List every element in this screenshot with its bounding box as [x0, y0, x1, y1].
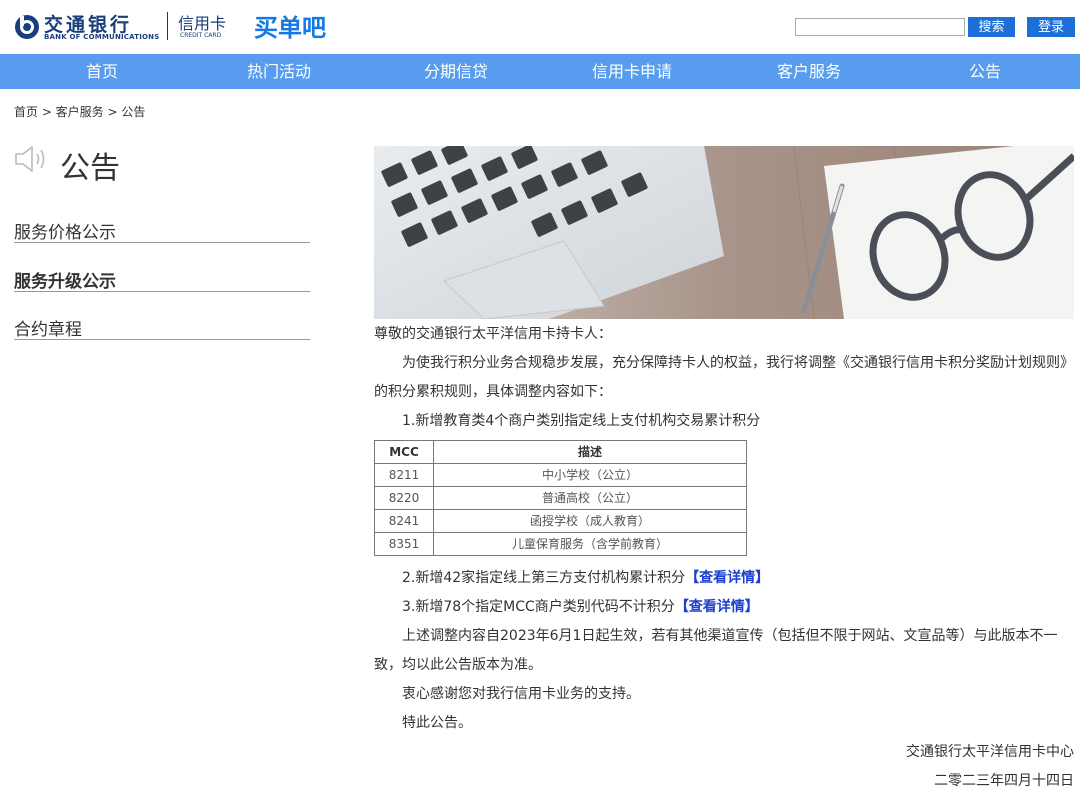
table-cell-description: 中小学校（公立）	[433, 463, 747, 487]
credit-card-label-cn: 信用卡	[178, 14, 227, 33]
nav-item-customer-service[interactable]: 客户服务	[739, 54, 879, 89]
search-button[interactable]: 搜索	[968, 17, 1015, 37]
nav-item-announcements[interactable]: 公告	[915, 54, 1055, 89]
table-cell-description: 普通高校（公立）	[433, 486, 747, 510]
table-header-mcc: MCC	[374, 440, 434, 464]
view-details-link-2[interactable]: 【查看详情】	[675, 599, 759, 615]
nav-item-home[interactable]: 首页	[32, 54, 172, 89]
login-button[interactable]: 登录	[1027, 17, 1075, 37]
signature: 交通银行太平洋信用卡中心	[906, 744, 1074, 760]
speaker-icon	[15, 146, 45, 172]
view-details-link-1[interactable]: 【查看详情】	[685, 570, 769, 586]
table-row: 8241 函授学校（成人教育）	[374, 509, 747, 533]
sidebar-item-service-price[interactable]: 服务价格公示	[14, 218, 310, 243]
table-header-description: 描述	[433, 440, 747, 464]
table-row: 8211 中小学校（公立）	[374, 463, 747, 487]
hero-image	[374, 146, 1074, 319]
search-input[interactable]	[795, 18, 965, 36]
nav-item-card-application[interactable]: 信用卡申请	[562, 54, 702, 89]
item-3-text: 3.新增78个指定MCC商户类别代码不计积分	[402, 599, 675, 615]
table-row: 8220 普通高校（公立）	[374, 486, 747, 510]
sidebar-item-contract-terms[interactable]: 合约章程	[14, 315, 310, 340]
announcement-date: 二零二三年四月十四日	[934, 773, 1074, 789]
item-2: 2.新增42家指定线上第三方支付机构累计积分【查看详情】	[374, 564, 1074, 593]
site-logo[interactable]: 买单吧	[254, 8, 326, 43]
greeting: 尊敬的交通银行太平洋信用卡持卡人：	[374, 326, 612, 342]
item-3: 3.新增78个指定MCC商户类别代码不计积分【查看详情】	[374, 593, 1074, 622]
table-cell-mcc: 8241	[374, 509, 434, 533]
table-cell-mcc: 8351	[374, 532, 434, 556]
intro-paragraph: 为使我行积分业务合规稳步发展，充分保障持卡人的权益，我行将调整《交通银行信用卡积…	[374, 355, 1074, 400]
announcement-body: 尊敬的交通银行太平洋信用卡持卡人： 为使我行积分业务合规稳步发展，充分保障持卡人…	[374, 320, 1074, 796]
table-row: 8351 儿童保育服务（含学前教育）	[374, 532, 747, 556]
table-cell-description: 儿童保育服务（含学前教育）	[433, 532, 747, 556]
brand-name-en: BANK OF COMMUNICATIONS	[44, 33, 160, 41]
effective-paragraph: 上述调整内容自2023年6月1日起生效，若有其他渠道宣传（包括但不限于网站、文宣…	[374, 628, 1058, 673]
thanks-paragraph: 衷心感谢您对我行信用卡业务的支持。	[402, 686, 640, 702]
credit-card-label-en: CREDIT CARD	[180, 32, 222, 39]
main-nav: 首页 热门活动 分期信贷 信用卡申请 客户服务 公告	[0, 54, 1080, 89]
breadcrumb: 首页 > 客户服务 > 公告	[14, 105, 146, 119]
item-2-text: 2.新增42家指定线上第三方支付机构累计积分	[402, 570, 686, 586]
page-title: 公告	[60, 151, 120, 186]
nav-item-hot-activities[interactable]: 热门活动	[209, 54, 349, 89]
table-cell-mcc: 8211	[374, 463, 434, 487]
table-cell-description: 函授学校（成人教育）	[433, 509, 747, 533]
mcc-table: MCC 描述 8211 中小学校（公立） 8220 普通高校（公立） 8241 …	[374, 440, 747, 556]
nav-item-installment-loans[interactable]: 分期信贷	[386, 54, 526, 89]
table-header-row: MCC 描述	[374, 440, 747, 464]
closing-paragraph: 特此公告。	[402, 715, 472, 731]
bank-logo-icon	[15, 15, 39, 39]
logo-divider	[167, 12, 168, 40]
table-cell-mcc: 8220	[374, 486, 434, 510]
item-1: 1.新增教育类4个商户类别指定线上支付机构交易累计积分	[402, 413, 761, 429]
header: 交通银行 BANK OF COMMUNICATIONS 信用卡 CREDIT C…	[0, 0, 1080, 54]
sidebar-item-service-upgrade[interactable]: 服务升级公示	[14, 267, 310, 292]
